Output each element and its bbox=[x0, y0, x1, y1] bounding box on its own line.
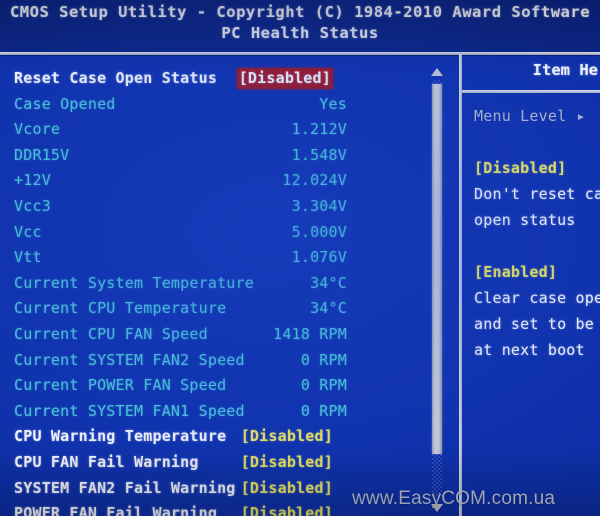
settings-row[interactable]: Vcc3 3.304V bbox=[0, 196, 415, 222]
item-help-title: Item He bbox=[532, 61, 598, 79]
settings-row[interactable]: Current CPU FAN Speed 1418 RPM bbox=[0, 324, 415, 350]
settings-row[interactable]: Case Opened Yes bbox=[0, 94, 415, 120]
selected-value-highlight[interactable]: [Disabled] bbox=[236, 68, 333, 89]
help-description-line: Don't reset cas bbox=[474, 185, 600, 203]
settings-row-label: CPU FAN Fail Warning bbox=[14, 453, 199, 471]
settings-row-value: 5.000V bbox=[291, 222, 347, 241]
page-title: CMOS Setup Utility - Copyright (C) 1984-… bbox=[9, 3, 591, 21]
settings-row-label: Current POWER FAN Speed bbox=[14, 376, 227, 395]
settings-row-value: Yes bbox=[319, 94, 347, 113]
help-description-line: Clear case ope bbox=[474, 289, 600, 307]
help-spacer bbox=[474, 129, 600, 155]
settings-row-label: SYSTEM FAN2 Fail Warning bbox=[14, 478, 236, 497]
settings-row-value: 34°C bbox=[310, 273, 347, 292]
settings-row-value[interactable]: [Disabled] bbox=[241, 455, 333, 470]
page-subtitle: PC Health Status bbox=[221, 24, 379, 42]
menu-level-row: Menu Level ▸ bbox=[474, 103, 600, 129]
settings-row[interactable]: CPU FAN Fail Warning [Disabled] bbox=[0, 452, 415, 478]
settings-row[interactable]: Current CPU Temperature 34°C bbox=[0, 298, 415, 324]
settings-row[interactable]: +12V 12.024V bbox=[0, 170, 415, 196]
settings-row[interactable]: DDR15V 1.548V bbox=[0, 145, 415, 171]
settings-row-value[interactable]: [Disabled] bbox=[241, 506, 333, 516]
settings-row-label: Current CPU FAN Speed bbox=[14, 325, 208, 343]
bios-setup-screen: CMOS Setup Utility - Copyright (C) 1984-… bbox=[0, 0, 600, 516]
settings-row-label: Vcc bbox=[14, 222, 42, 241]
watermark: www.EasyCOM.com.ua bbox=[352, 488, 556, 509]
settings-row[interactable]: Vcc 5.000V bbox=[0, 222, 415, 248]
settings-row[interactable]: CPU Warning Temperature [Disabled] bbox=[0, 426, 415, 452]
settings-row[interactable]: Vcore 1.212V bbox=[0, 119, 415, 145]
help-description-line: and set to be bbox=[474, 315, 594, 333]
item-help-divider bbox=[462, 90, 600, 93]
help-option-name: [Enabled] bbox=[474, 263, 558, 281]
settings-row[interactable]: Current POWER FAN Speed 0 RPM bbox=[0, 375, 415, 401]
settings-row[interactable]: Current System Temperature 34°C bbox=[0, 273, 415, 299]
settings-row-value: 0 RPM bbox=[300, 350, 347, 369]
help-option-name: [Disabled] bbox=[474, 159, 567, 177]
settings-row-value: 3.304V bbox=[291, 197, 347, 215]
scroll-up-arrow-icon[interactable] bbox=[431, 68, 443, 76]
settings-row-value[interactable]: [Disabled] bbox=[236, 68, 333, 89]
settings-row-value[interactable]: [Disabled] bbox=[241, 429, 333, 444]
settings-row-value: 1.076V bbox=[291, 248, 347, 267]
help-description-line: open status bbox=[474, 211, 576, 229]
vertical-scrollbar[interactable] bbox=[429, 64, 445, 512]
help-spacer bbox=[474, 233, 600, 259]
settings-row-label: Current System Temperature bbox=[14, 273, 254, 292]
settings-row-label: CPU Warning Temperature bbox=[14, 427, 227, 446]
settings-row[interactable]: Current SYSTEM FAN2 Speed 0 RPM bbox=[0, 350, 415, 376]
settings-list: Reset Case Open Status [Disabled] Case Ope… bbox=[0, 58, 415, 516]
menu-level-chevron-right-icon: ▸ bbox=[576, 107, 586, 125]
settings-row-label: Vcc3 bbox=[14, 197, 51, 215]
settings-row-value: 34°C bbox=[310, 299, 347, 318]
menu-level-label: Menu Level bbox=[474, 107, 567, 125]
settings-row-label: Vcore bbox=[14, 120, 61, 139]
settings-row-value: 1418 RPM bbox=[273, 325, 347, 343]
help-description-line: at next boot bbox=[474, 341, 585, 359]
settings-row[interactable]: Current SYSTEM FAN1 Speed 0 RPM bbox=[0, 401, 415, 427]
settings-row-value: 1.212V bbox=[291, 120, 347, 139]
settings-row[interactable]: Vtt 1.076V bbox=[0, 247, 415, 273]
settings-row-value: 0 RPM bbox=[300, 376, 347, 395]
settings-row-value: 12.024V bbox=[282, 171, 347, 190]
settings-row-value: 1.548V bbox=[291, 145, 347, 164]
settings-row-label: Case Opened bbox=[14, 94, 116, 113]
settings-row-label: DDR15V bbox=[14, 145, 70, 164]
title-bar: CMOS Setup Utility - Copyright (C) 1984-… bbox=[0, 0, 600, 52]
settings-row-label: Vtt bbox=[14, 248, 42, 267]
item-help-panel: Item He Menu Level ▸ [Disabled] Don't reset… bbox=[462, 55, 600, 516]
settings-row-label: Current CPU Temperature bbox=[14, 299, 227, 318]
settings-row-label: POWER FAN Fail Warning bbox=[14, 504, 218, 516]
scrollbar-thumb[interactable] bbox=[432, 84, 442, 454]
settings-row-value: 0 RPM bbox=[300, 401, 347, 420]
settings-row-value[interactable]: [Disabled] bbox=[241, 480, 333, 496]
settings-row[interactable]: Reset Case Open Status [Disabled] bbox=[0, 68, 415, 94]
settings-row-label: Current SYSTEM FAN1 Speed bbox=[14, 401, 245, 420]
item-help-body: Menu Level ▸ [Disabled] Don't reset cas open… bbox=[474, 103, 600, 363]
settings-row-label: Current SYSTEM FAN2 Speed bbox=[14, 350, 245, 369]
settings-row-label: Reset Case Open Status bbox=[14, 69, 218, 87]
settings-row-label: +12V bbox=[14, 171, 51, 190]
